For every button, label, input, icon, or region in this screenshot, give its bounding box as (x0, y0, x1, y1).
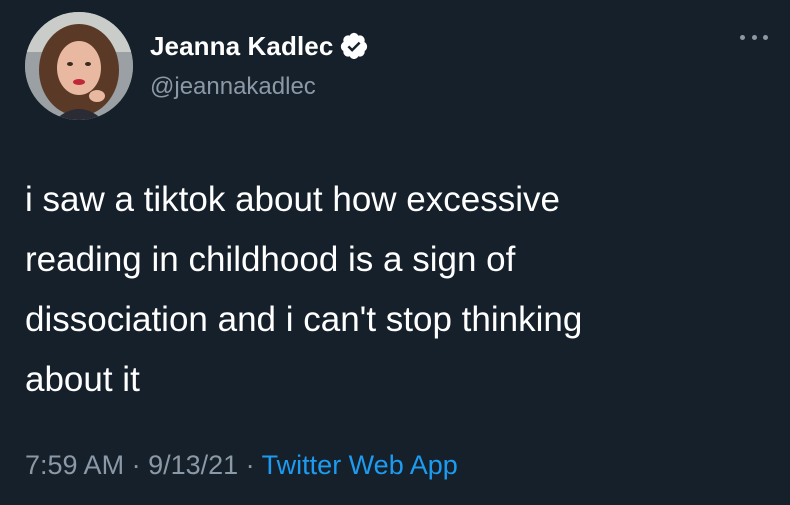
avatar-image (25, 12, 133, 120)
meta-separator: · (124, 450, 149, 480)
author-name-row[interactable]: Jeanna Kadlec (150, 29, 369, 63)
tweet-card: Jeanna Kadlec @jeannakadlec i saw a tikt… (0, 0, 790, 505)
more-options-icon[interactable] (740, 30, 768, 44)
verified-badge-icon (339, 31, 369, 61)
tweet-date[interactable]: 9/13/21 (148, 450, 238, 480)
tweet-text: i saw a tiktok about how excessive readi… (25, 180, 583, 399)
meta-separator: · (238, 450, 262, 480)
tweet-source-link[interactable]: Twitter Web App (262, 450, 458, 480)
more-dot (740, 34, 745, 40)
author-handle[interactable]: @jeannakadlec (150, 73, 316, 101)
avatar[interactable] (25, 12, 133, 120)
tweet-time[interactable]: 7:59 AM (25, 450, 124, 480)
display-name[interactable]: Jeanna Kadlec (150, 31, 333, 62)
more-dot (763, 34, 768, 40)
tweet-meta: 7:59 AM · 9/13/21 · Twitter Web App (25, 450, 458, 481)
more-dot (751, 34, 757, 40)
